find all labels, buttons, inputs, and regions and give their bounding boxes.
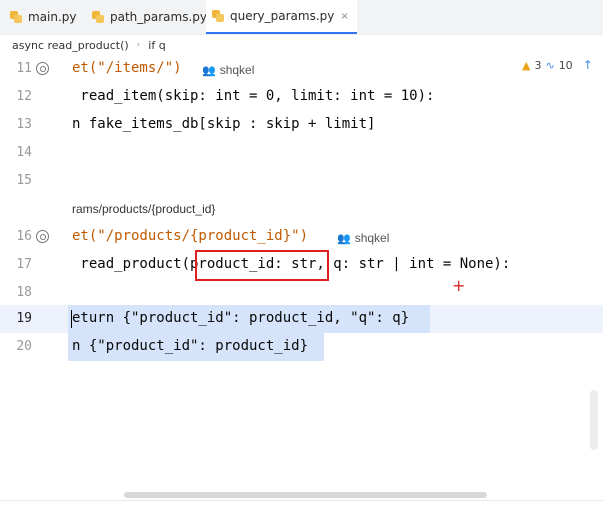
editor-bottom-edge: [0, 500, 603, 512]
route-hint-text: rams/products/{product_id}: [72, 202, 215, 216]
annotation-highlight-box: [195, 250, 329, 281]
line-number: 11: [0, 61, 32, 76]
code-content: et("/products/{product_id}"): [72, 228, 308, 244]
line-number: 18: [0, 285, 32, 300]
line-number: 19: [0, 311, 32, 326]
code-line[interactable]: 18: [0, 279, 603, 307]
author-hint[interactable]: 👥 shqkel: [337, 231, 389, 245]
line-number: 15: [0, 173, 32, 188]
tab-query-params-py[interactable]: query_params.py ×: [206, 0, 357, 34]
line-number: 13: [0, 117, 32, 132]
plus-cursor-icon: +: [452, 276, 465, 295]
code-text: eturn {"product_id": product_id, "q": q}: [72, 310, 409, 326]
endpoint-gutter-icon[interactable]: [36, 62, 49, 75]
tab-label: query_params.py: [230, 9, 334, 23]
code-line[interactable]: 13 n fake_items_db[skip : skip + limit]: [0, 111, 603, 139]
line-number: 17: [0, 257, 32, 272]
vertical-scrollbar[interactable]: [590, 390, 598, 450]
python-file-icon: [10, 11, 22, 23]
code-line[interactable]: 11 et("/items/") 👥 shqkel: [0, 55, 603, 83]
code-line-current[interactable]: 19 eturn {"product_id": product_id, "q":…: [0, 305, 603, 333]
horizontal-scrollbar[interactable]: [124, 492, 487, 498]
line-number: 14: [0, 145, 32, 160]
close-tab-icon[interactable]: ×: [340, 11, 348, 22]
person-icon: 👥: [202, 64, 216, 77]
person-icon: 👥: [337, 232, 351, 245]
editor-tab-bar: main.py path_params.py query_params.py ×: [0, 0, 603, 35]
breadcrumb: async read_product() › if q: [0, 35, 603, 55]
breadcrumb-block[interactable]: if q: [148, 39, 165, 52]
chevron-right-icon: ›: [137, 40, 141, 50]
code-content: et("/items/"): [72, 60, 182, 76]
line-number: 16: [0, 229, 32, 244]
code-text: n {"product_id": product_id}: [72, 338, 308, 354]
line-number: 12: [0, 89, 32, 104]
breadcrumb-function[interactable]: async read_product(): [12, 39, 129, 52]
author-name: shqkel: [220, 63, 255, 77]
code-text: et("/products/{product_id}"): [72, 228, 308, 244]
code-line[interactable]: 12 read_item(skip: int = 0, limit: int =…: [0, 83, 603, 111]
line-number: 20: [0, 339, 32, 354]
tab-main-py[interactable]: main.py: [10, 0, 77, 34]
python-file-icon: [212, 10, 224, 22]
author-hint[interactable]: 👥 shqkel: [202, 63, 254, 77]
code-line[interactable]: 15: [0, 167, 603, 195]
code-text: et("/items/"): [72, 60, 182, 76]
python-file-icon: [92, 11, 104, 23]
tab-label: main.py: [28, 10, 77, 24]
tab-path-params-py[interactable]: path_params.py: [92, 0, 207, 34]
text-caret: [71, 310, 72, 328]
tab-label: path_params.py: [110, 10, 207, 24]
code-text: read_item(skip: int = 0, limit: int = 10…: [72, 88, 434, 104]
code-line[interactable]: 16 et("/products/{product_id}") 👥 shqkel: [0, 223, 603, 251]
code-line[interactable]: 20 n {"product_id": product_id}: [0, 333, 603, 361]
endpoint-gutter-icon[interactable]: [36, 230, 49, 243]
code-line[interactable]: 14: [0, 139, 603, 167]
author-name: shqkel: [355, 231, 390, 245]
docstring-hint-line: rams/products/{product_id}: [0, 195, 603, 223]
code-text: n fake_items_db[skip : skip + limit]: [72, 116, 375, 132]
